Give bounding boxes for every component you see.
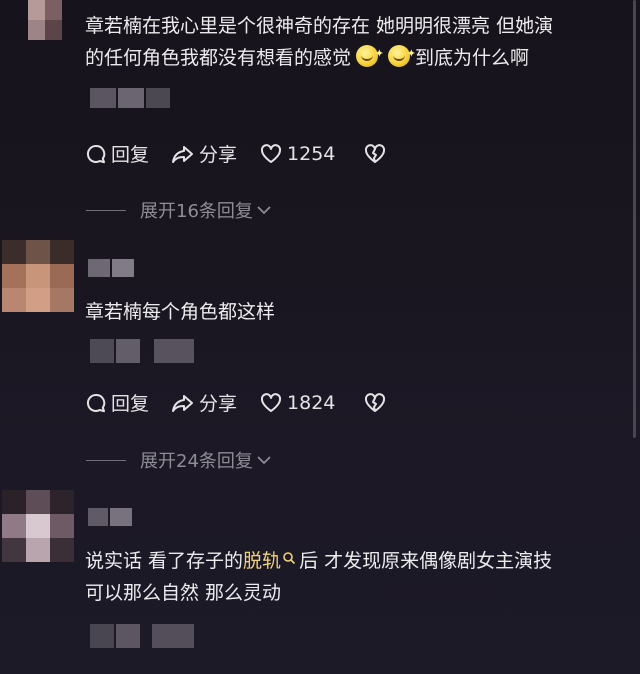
reply-button[interactable]: 回复 bbox=[85, 140, 149, 167]
timestamp-blurred bbox=[90, 88, 170, 108]
share-button[interactable]: 分享 bbox=[171, 140, 237, 167]
search-keyword[interactable]: 脱轨 bbox=[243, 550, 281, 572]
avatar[interactable] bbox=[2, 490, 74, 562]
timestamp-blurred bbox=[90, 624, 194, 648]
comment-actions: 回复 分享 1824 bbox=[85, 389, 413, 416]
heart-icon bbox=[261, 143, 282, 163]
username-blurred bbox=[88, 259, 134, 277]
comment-icon bbox=[86, 144, 106, 163]
dislike-button[interactable] bbox=[363, 143, 391, 165]
like-button[interactable]: 1824 bbox=[259, 392, 335, 414]
share-icon bbox=[172, 394, 194, 412]
comment-text: 章若楠在我心里是个很神奇的存在 她明明很漂亮 但她演 的任何角色我都没有想看的感… bbox=[85, 15, 554, 69]
divider-line bbox=[86, 459, 126, 461]
heart-icon bbox=[261, 392, 282, 412]
comment-text: 章若楠每个角色都这样 bbox=[85, 301, 276, 323]
username-blurred bbox=[88, 508, 132, 526]
reply-button[interactable]: 回复 bbox=[85, 389, 149, 416]
expand-replies[interactable]: 展开24条回复 bbox=[86, 447, 272, 473]
avatar[interactable] bbox=[28, 0, 62, 40]
avatar[interactable] bbox=[2, 240, 74, 312]
chevron-down-icon bbox=[257, 456, 271, 465]
expand-replies[interactable]: 展开16条回复 bbox=[86, 197, 272, 223]
broken-heart-icon bbox=[365, 143, 386, 163]
broken-heart-icon bbox=[365, 392, 386, 412]
smile-emoji-icon: ✦ bbox=[356, 45, 384, 67]
comment-actions: 回复 分享 1254 bbox=[85, 140, 413, 167]
dislike-button[interactable] bbox=[363, 392, 391, 414]
share-icon bbox=[172, 145, 194, 163]
search-icon[interactable] bbox=[282, 551, 296, 565]
smile-emoji-icon: ✦ bbox=[388, 45, 416, 67]
comment-icon bbox=[86, 393, 106, 412]
share-button[interactable]: 分享 bbox=[171, 389, 237, 416]
comment-text: 说实话 看了存子的脱轨后 才发现原来偶像剧女主演技 可以那么自然 那么灵动 bbox=[85, 550, 553, 604]
like-button[interactable]: 1254 bbox=[259, 143, 335, 165]
chevron-down-icon bbox=[257, 206, 271, 215]
timestamp-blurred bbox=[90, 339, 194, 363]
like-count: 1824 bbox=[287, 391, 336, 414]
like-count: 1254 bbox=[287, 142, 336, 165]
divider-line bbox=[86, 209, 126, 211]
scrollbar[interactable] bbox=[633, 0, 636, 438]
